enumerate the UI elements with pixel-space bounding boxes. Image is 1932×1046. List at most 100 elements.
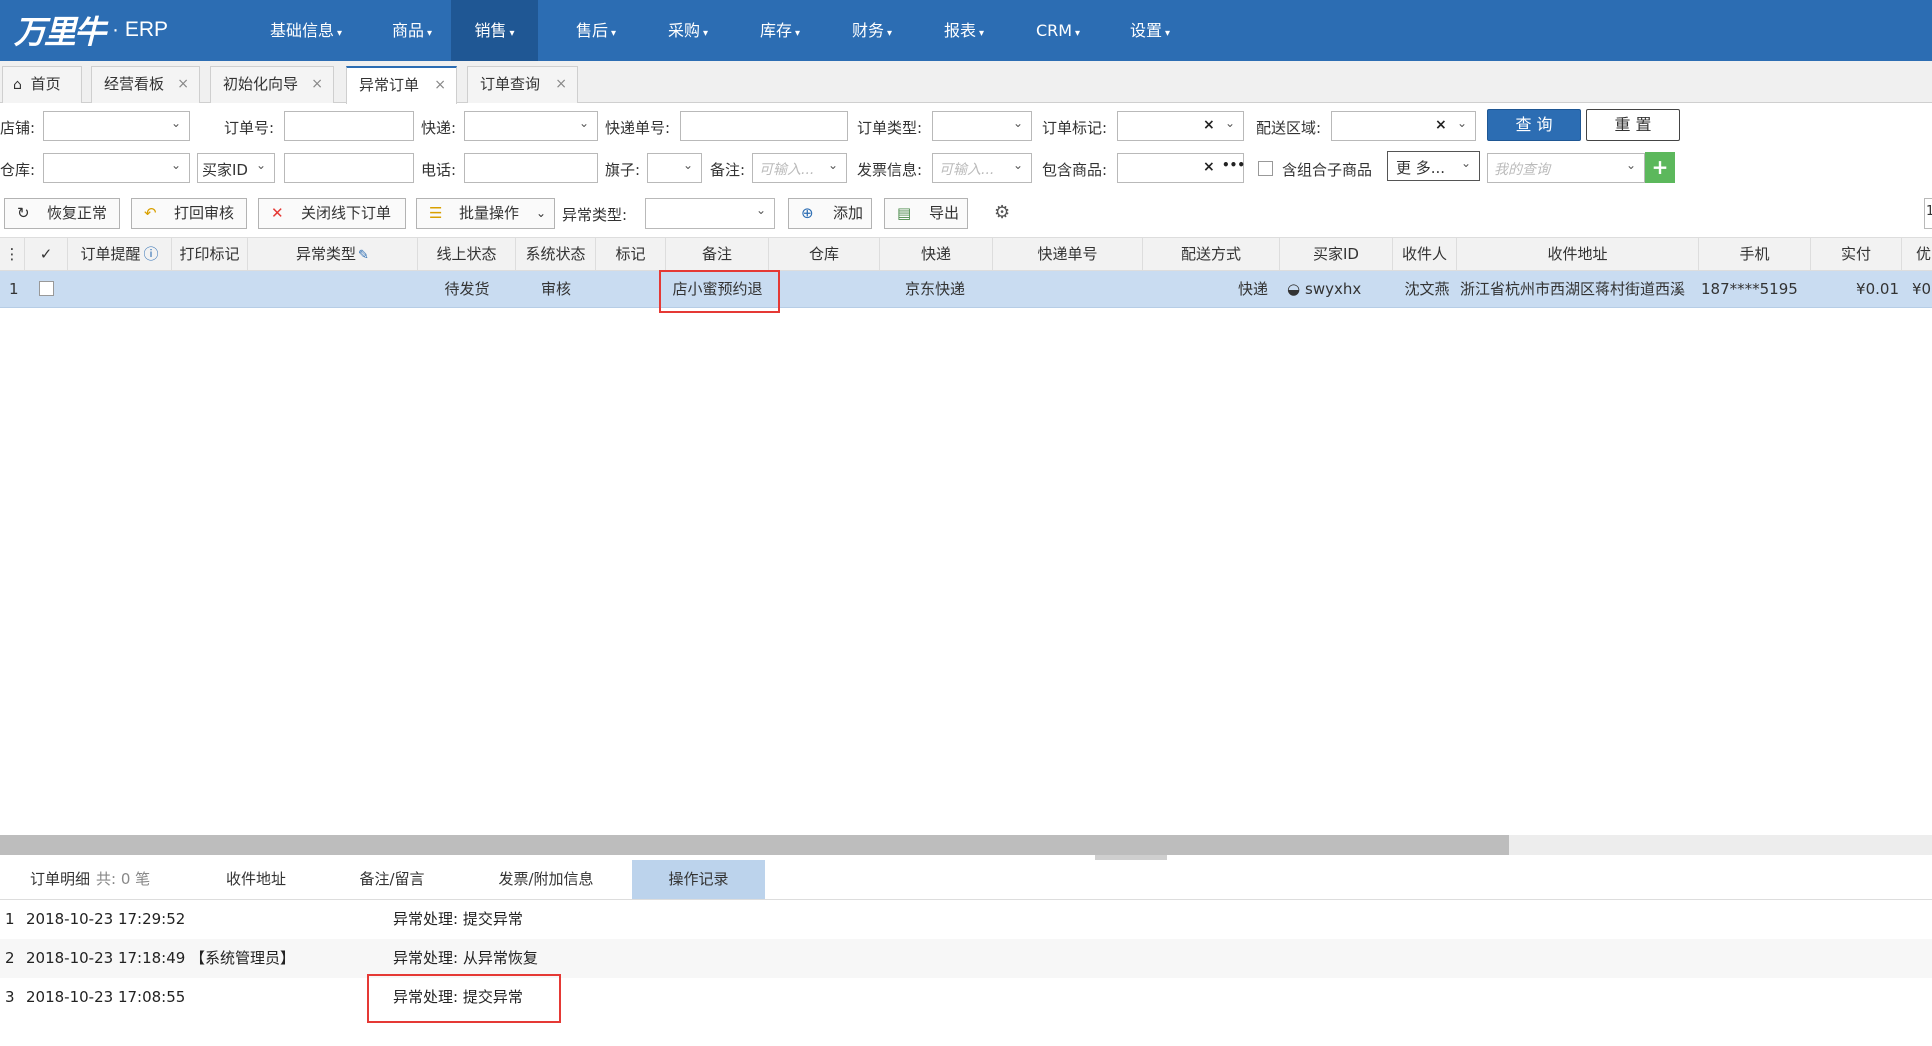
clear-icon[interactable]: × (1435, 117, 1447, 133)
exception-type-select[interactable]: ⌄ (645, 198, 775, 229)
tab-remark[interactable]: 备注/留言 (332, 860, 452, 899)
close-icon[interactable]: × (434, 68, 446, 103)
col-buyer-id[interactable]: 买家ID (1280, 238, 1393, 270)
col-print-mark[interactable]: 打印标记 (172, 238, 248, 270)
clear-icon[interactable]: × (1203, 159, 1215, 175)
col-paid[interactable]: 实付 (1811, 238, 1902, 270)
col-warehouse[interactable]: 仓库 (769, 238, 880, 270)
nav-crm[interactable]: CRM ▾ (1022, 0, 1094, 61)
tab-address[interactable]: 收件地址 (196, 860, 316, 899)
col-remark[interactable]: 备注 (666, 238, 769, 270)
buyer-id-input[interactable] (284, 153, 414, 183)
phone-input[interactable] (464, 153, 598, 183)
print-back-review-button[interactable]: ↶ 打回审核 (131, 198, 247, 229)
column-menu-icon[interactable]: ⋮ (0, 238, 25, 270)
col-online-status[interactable]: 线上状态 (418, 238, 516, 270)
add-query-button[interactable]: + (1645, 152, 1675, 183)
express-no-input[interactable] (680, 111, 848, 141)
col-receiver[interactable]: 收件人 (1393, 238, 1457, 270)
cell-buyer-id: swyxhx (1305, 280, 1362, 298)
order-no-input[interactable] (284, 111, 414, 141)
remark-input[interactable]: 可输入... ⌄ (752, 153, 847, 183)
col-order-reminder[interactable]: 订单提醒 ⓘ (68, 238, 172, 270)
log-action: 异常处理: 从异常恢复 (393, 949, 538, 967)
nav-reports[interactable]: 报表 ▾ (928, 0, 1000, 61)
col-delivery-method[interactable]: 配送方式 (1143, 238, 1280, 270)
chevron-down-icon: ⌄ (170, 158, 181, 172)
row-checkbox[interactable] (39, 281, 54, 296)
caret-down-icon: ▾ (1075, 28, 1081, 39)
flag-select[interactable]: ⌄ (647, 153, 702, 183)
invoice-input[interactable]: 可输入... ⌄ (932, 153, 1032, 183)
highlight-remark-box (659, 270, 780, 313)
close-offline-order-button[interactable]: ✕ 关闭线下订单 (258, 198, 406, 229)
col-exception-type[interactable]: 异常类型 ✎ (248, 238, 418, 270)
order-type-select[interactable]: ⌄ (932, 111, 1032, 141)
log-user: 【系统管理员】 (190, 949, 296, 967)
tab-order-query[interactable]: 订单查询 × (467, 66, 578, 103)
order-mark-select[interactable]: × ⌄ (1117, 111, 1244, 141)
nav-basic-info[interactable]: 基础信息 ▾ (258, 0, 354, 61)
tab-dashboard[interactable]: 经营看板 × (91, 66, 200, 103)
clear-icon[interactable]: × (1203, 117, 1215, 133)
batch-operation-dropdown[interactable]: ☰ 批量操作 ⌄ (416, 198, 555, 229)
button-label: 导出 (929, 204, 960, 222)
order-no-label: 订单号: (224, 119, 275, 137)
nav-purchase[interactable]: 采购 ▾ (652, 0, 724, 61)
nav-sales[interactable]: 销售 ▾ (451, 0, 538, 61)
col-mark[interactable]: 标记 (596, 238, 666, 270)
nav-goods[interactable]: 商品 ▾ (376, 0, 448, 61)
tab-exception-orders[interactable]: 异常订单 × (346, 66, 457, 104)
my-query-select[interactable]: 我的查询 ⌄ (1487, 153, 1645, 183)
scrollbar-thumb[interactable] (0, 835, 1509, 855)
shop-select[interactable]: ⌄ (43, 111, 190, 141)
nav-inventory[interactable]: 库存 ▾ (744, 0, 816, 61)
col-extra[interactable]: 优 (1902, 238, 1932, 270)
close-icon[interactable]: × (177, 67, 189, 102)
more-value: 更 多... (1396, 159, 1446, 177)
combo-goods-checkbox[interactable] (1258, 161, 1273, 176)
col-express[interactable]: 快递 (880, 238, 993, 270)
more-icon[interactable]: ••• (1222, 158, 1245, 172)
more-select[interactable]: 更 多... ⌄ (1387, 151, 1480, 181)
col-express-no[interactable]: 快递单号 (993, 238, 1143, 270)
close-icon[interactable]: × (311, 67, 323, 102)
button-label: 添加 (833, 204, 864, 222)
list-item: 2 2018-10-23 17:18:49 【系统管理员】 异常处理: 从异常恢… (0, 939, 1932, 978)
reset-button[interactable]: 重 置 (1586, 109, 1680, 141)
tab-init-wizard[interactable]: 初始化向导 × (210, 66, 334, 103)
app-logo[interactable]: 万里牛 · ERP (14, 6, 168, 54)
nav-settings[interactable]: 设置 ▾ (1114, 0, 1186, 61)
query-button[interactable]: 查 询 (1487, 109, 1581, 141)
select-all-checkbox[interactable]: ✓ (25, 238, 68, 270)
region-select[interactable]: × ⌄ (1331, 111, 1476, 141)
nav-after-sales[interactable]: 售后 ▾ (560, 0, 632, 61)
nav-label: 商品 (391, 21, 424, 40)
close-icon[interactable]: × (555, 67, 567, 102)
export-button[interactable]: ▤ 导出 (884, 198, 968, 229)
table-row[interactable]: 1 待发货 审核 店小蜜预约退 京东快递 快递 ◒ swyxhx 沈文燕 浙江省… (0, 271, 1932, 308)
log-time: 2018-10-23 17:29:52 (26, 910, 186, 928)
chevron-down-icon: ⌄ (535, 206, 546, 220)
express-select[interactable]: ⌄ (464, 111, 598, 141)
col-system-status[interactable]: 系统状态 (516, 238, 596, 270)
header-label: 订单提醒 (80, 245, 141, 263)
tab-invoice[interactable]: 发票/附加信息 (480, 860, 612, 899)
tab-home[interactable]: ⌂ 首页 (2, 66, 82, 103)
buyer-id-type-select[interactable]: 买家ID ⌄ (197, 153, 275, 183)
nav-label: 报表 (943, 21, 976, 40)
nav-finance[interactable]: 财务 ▾ (836, 0, 908, 61)
page-size-field[interactable]: 1 (1924, 198, 1932, 229)
col-address[interactable]: 收件地址 (1457, 238, 1699, 270)
tab-operation-log[interactable]: 操作记录 (632, 860, 765, 899)
contains-goods-input[interactable]: × ••• (1117, 153, 1245, 183)
add-button[interactable]: ⊕ 添加 (788, 198, 872, 229)
cell-receiver: 沈文燕 (1404, 280, 1450, 298)
col-mobile[interactable]: 手机 (1699, 238, 1811, 270)
gear-icon[interactable]: ⚙ (994, 202, 1010, 223)
tab-order-detail[interactable]: 订单明细 共: 0 笔 (12, 860, 190, 899)
system-name: · ERP (112, 18, 169, 41)
warehouse-select[interactable]: ⌄ (43, 153, 190, 183)
restore-normal-button[interactable]: ↻ 恢复正常 (4, 198, 120, 229)
nav-label: 设置 (1129, 21, 1162, 40)
